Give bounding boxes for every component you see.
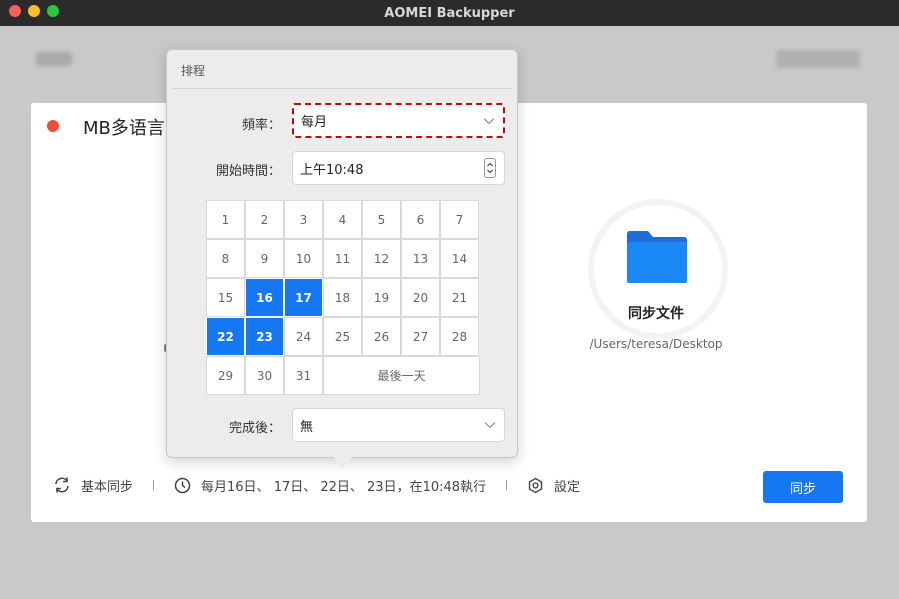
task-status-dot [47, 120, 59, 132]
calendar-day[interactable]: 27 [401, 317, 440, 356]
popover-title: 排程 [181, 64, 206, 78]
sync-mode-item[interactable]: 基本同步 [53, 476, 133, 495]
calendar-last-day[interactable]: 最後一天 [323, 356, 480, 395]
calendar-day[interactable]: 16 [245, 278, 284, 317]
calendar-day[interactable]: 8 [206, 239, 245, 278]
divider [153, 480, 155, 490]
calendar-day[interactable]: 13 [401, 239, 440, 278]
calendar-day[interactable]: 1 [206, 200, 245, 239]
calendar-day[interactable]: 30 [245, 356, 284, 395]
calendar-day[interactable]: 31 [284, 356, 323, 395]
close-window-button[interactable] [9, 5, 21, 17]
after-completion-label: 完成後： [228, 421, 281, 436]
sync-mode-label: 基本同步 [81, 479, 134, 495]
calendar-day[interactable]: 20 [401, 278, 440, 317]
settings-item[interactable]: 設定 [527, 476, 580, 495]
minimize-window-button[interactable] [28, 5, 40, 17]
calendar-day[interactable]: 10 [284, 239, 323, 278]
after-completion-value: 無 [300, 419, 314, 435]
schedule-summary: 每月16日、 17日、 22日、 23日，在10:48執行 [201, 479, 487, 495]
clock-icon [174, 477, 191, 493]
frequency-select[interactable]: 每月 [292, 103, 505, 138]
gear-icon [528, 477, 543, 493]
calendar-day[interactable]: 2 [245, 200, 284, 239]
schedule-item[interactable]: 每月16日、 17日、 22日、 23日，在10:48執行 [174, 476, 486, 495]
calendar-day[interactable]: 29 [206, 356, 245, 395]
settings-label: 設定 [554, 479, 581, 495]
calendar-day[interactable]: 22 [206, 317, 245, 356]
zoom-window-button[interactable] [47, 5, 59, 17]
frequency-label: 頻率： [241, 118, 281, 133]
divider [506, 480, 508, 490]
calendar-day[interactable]: 6 [401, 200, 440, 239]
divider [173, 88, 513, 89]
destination-path: /Users/teresa/Desktop [589, 337, 723, 351]
calendar-day[interactable]: 25 [323, 317, 362, 356]
sync-button[interactable]: 同步 [763, 471, 843, 503]
popover-arrow [333, 456, 353, 469]
start-time-label: 開始時間： [215, 164, 281, 179]
calendar-day[interactable]: 7 [440, 200, 479, 239]
toolbar-action-dimmed [776, 50, 860, 68]
start-time-field[interactable]: 上午10:48 [292, 151, 505, 185]
chevron-down-icon [484, 422, 496, 429]
calendar-day[interactable]: 17 [284, 278, 323, 317]
destination-label: 同步文件 [628, 306, 684, 322]
page-title-dimmed [36, 52, 72, 66]
task-name: MB多语言 [83, 118, 165, 139]
start-time-value: 上午10:48 [300, 162, 364, 178]
calendar-day[interactable]: 14 [440, 239, 479, 278]
calendar-day[interactable]: 18 [323, 278, 362, 317]
sync-icon [55, 477, 69, 493]
folder-icon[interactable] [626, 230, 688, 284]
calendar-day[interactable]: 26 [362, 317, 401, 356]
calendar-day[interactable]: 5 [362, 200, 401, 239]
calendar-day[interactable]: 11 [323, 239, 362, 278]
frequency-value: 每月 [301, 115, 328, 130]
calendar-day[interactable]: 28 [440, 317, 479, 356]
calendar-day[interactable]: 9 [245, 239, 284, 278]
task-info-bar: 基本同步 每月16日、 17日、 22日、 23日，在10:48執行 設定 [53, 474, 580, 496]
calendar-day[interactable]: 4 [323, 200, 362, 239]
schedule-popover: 排程 頻率： 每月 開始時間： 上午10:48 1 2 3 4 5 6 7 8 9 10 11 12 1… [166, 49, 518, 458]
calendar-day[interactable]: 19 [362, 278, 401, 317]
title-bar: AOMEI Backupper [0, 0, 899, 26]
chevron-down-icon [483, 117, 495, 124]
calendar-day[interactable]: 12 [362, 239, 401, 278]
day-of-month-calendar: 1 2 3 4 5 6 7 8 9 10 11 12 13 14 15 16 17 18 19 20 21 22 23 24 2… [206, 200, 480, 396]
calendar-day[interactable]: 21 [440, 278, 479, 317]
time-stepper[interactable] [484, 158, 496, 178]
after-completion-select[interactable]: 無 [292, 408, 505, 442]
calendar-day[interactable]: 24 [284, 317, 323, 356]
calendar-day[interactable]: 15 [206, 278, 245, 317]
stepper-arrows-icon [487, 162, 493, 174]
window-title: AOMEI Backupper [384, 5, 515, 21]
calendar-day[interactable]: 23 [245, 317, 284, 356]
calendar-day[interactable]: 3 [284, 200, 323, 239]
